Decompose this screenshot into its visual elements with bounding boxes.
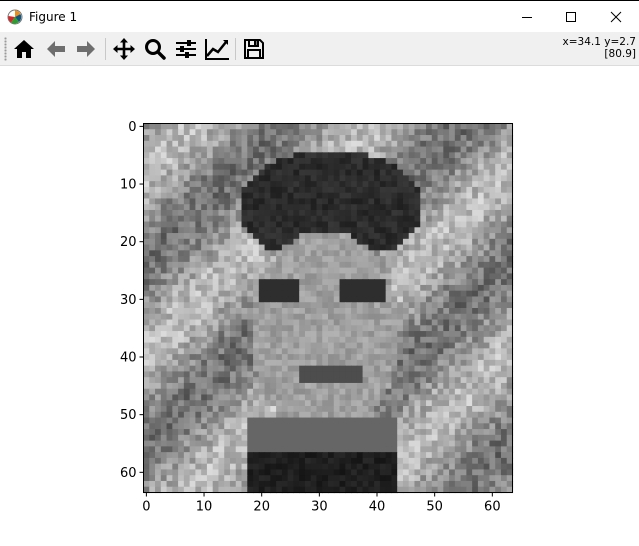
edit-axes-button[interactable]	[203, 35, 231, 63]
move-icon	[113, 38, 135, 60]
x-tick-label: 20	[253, 500, 270, 515]
home-button[interactable]	[10, 35, 38, 63]
image-plot[interactable]: 0 10 20 30 40 50 60 0 10 20 30 40 50 60	[0, 66, 639, 546]
pan-button[interactable]	[110, 35, 138, 63]
save-button[interactable]	[240, 35, 268, 63]
magnifier-icon	[145, 39, 166, 60]
figure-canvas[interactable]: 0 10 20 30 40 50 60 0 10 20 30 40 50 60	[0, 66, 639, 546]
back-button[interactable]	[42, 35, 70, 63]
y-tick-label: 10	[120, 178, 137, 193]
y-tick-label: 20	[120, 235, 137, 250]
x-axis: 0 10 20 30 40 50 60	[142, 492, 501, 515]
maximize-icon	[566, 11, 576, 22]
x-tick-label: 0	[142, 500, 150, 515]
close-button[interactable]	[593, 1, 639, 32]
maximize-button[interactable]	[548, 1, 594, 32]
arrow-left-icon	[47, 41, 65, 57]
x-tick-label: 30	[311, 500, 328, 515]
coords-position: x=34.1 y=2.7	[562, 36, 636, 48]
minimize-button[interactable]	[504, 1, 550, 32]
y-tick-label: 60	[120, 466, 137, 481]
y-tick-label: 30	[120, 293, 137, 308]
subplots-button[interactable]	[172, 35, 200, 63]
figure-window: Figure 1 x=34.1 y=2.7 [80.9] 0 10 20 30 …	[0, 0, 639, 546]
coords-pixel-value: [80.9]	[604, 48, 636, 60]
grayscale-image[interactable]	[143, 123, 514, 494]
y-tick-label: 40	[120, 351, 137, 366]
toolbar-separator	[105, 38, 106, 60]
line-chart-icon	[205, 39, 229, 60]
forward-button[interactable]	[72, 35, 100, 63]
cursor-coordinates-readout: x=34.1 y=2.7 [80.9]	[563, 36, 636, 60]
y-tick-label: 0	[128, 120, 136, 135]
matplotlib-logo-icon	[7, 9, 23, 25]
x-tick-label: 40	[369, 500, 386, 515]
toolbar-grip[interactable]	[4, 37, 7, 61]
title-bar: Figure 1	[0, 0, 639, 32]
window-title: Figure 1	[29, 10, 78, 24]
close-icon	[610, 11, 622, 22]
home-icon	[14, 40, 34, 58]
y-tick-label: 50	[120, 408, 137, 423]
zoom-button[interactable]	[141, 35, 169, 63]
x-tick-label: 50	[426, 500, 443, 515]
minimize-icon	[522, 16, 532, 18]
y-axis: 0 10 20 30 40 50 60	[120, 120, 144, 481]
sliders-icon	[176, 40, 196, 58]
floppy-disk-icon	[244, 39, 264, 59]
x-tick-label: 10	[196, 500, 213, 515]
x-tick-label: 60	[484, 500, 501, 515]
arrow-right-icon	[77, 41, 95, 57]
navigation-toolbar: x=34.1 y=2.7 [80.9]	[0, 32, 639, 66]
toolbar-separator	[235, 38, 236, 60]
